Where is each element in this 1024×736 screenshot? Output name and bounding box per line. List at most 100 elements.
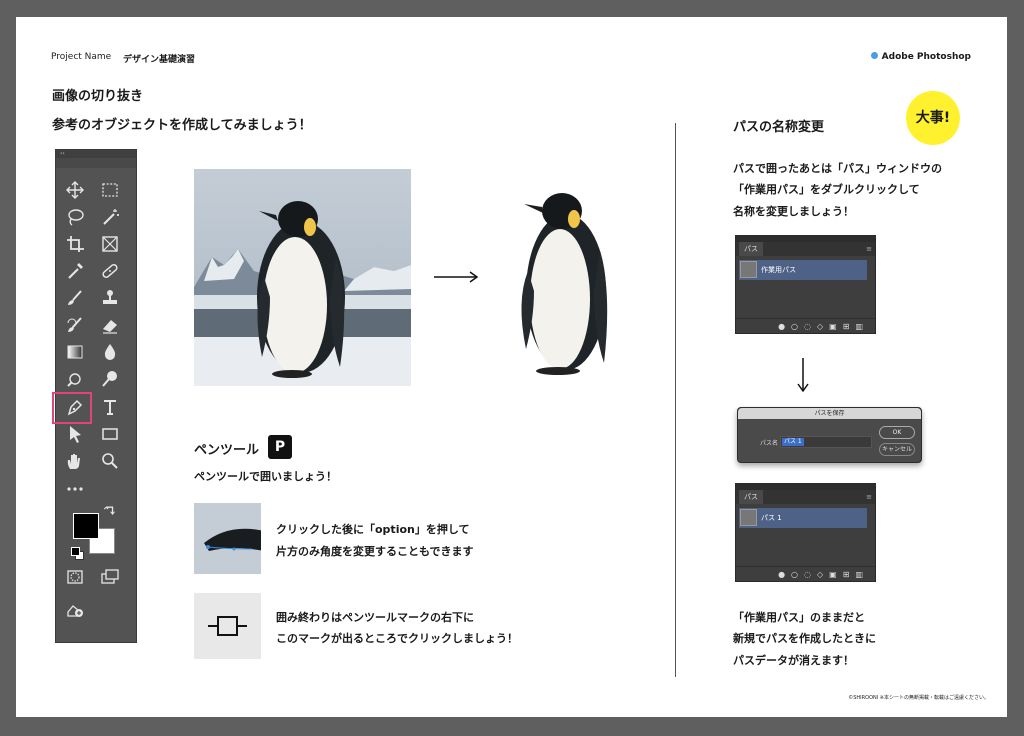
tip-option-line2: 片方のみ角度を変更することもできます xyxy=(276,545,474,558)
pen-tool-title: ペンツール xyxy=(194,443,260,458)
section-subtitle: 参考のオブジェクトを作成してみましょう！ xyxy=(52,118,312,133)
path-row-path1[interactable]: パス 1 xyxy=(739,508,867,528)
panel-footer-icons: ● ○ ◌ ◇ ▣ ⊞ ▥ xyxy=(736,318,875,333)
photoshop-toolbar: ‹‹ xyxy=(52,149,137,643)
move-tool-icon[interactable] xyxy=(64,179,86,201)
rename-section-title: パスの名称変更 xyxy=(733,120,825,135)
dialog-title: パスを保存 xyxy=(738,408,921,419)
cancel-button[interactable]: キャンセル xyxy=(879,443,915,456)
paths-panel-after: パス ≡ パス 1 ● ○ ◌ ◇ ▣ ⊞ ▥ xyxy=(735,483,876,582)
gradient-tool-icon[interactable] xyxy=(64,341,86,363)
type-tool-icon[interactable] xyxy=(99,396,121,418)
path-row-work-path[interactable]: 作業用パス xyxy=(739,260,867,280)
paths-tab[interactable]: パス xyxy=(739,490,763,504)
path-thumbnail xyxy=(740,509,757,526)
foreground-color-swatch[interactable] xyxy=(73,513,99,539)
panel-body xyxy=(736,280,875,318)
crop-tool-icon[interactable] xyxy=(64,233,86,255)
stroke-path-icon[interactable]: ○ xyxy=(791,322,798,331)
paths-panel-before: パス ≡ 作業用パス ● ○ ◌ ◇ ▣ ⊞ ▥ xyxy=(735,235,876,334)
shortcut-key-badge: P xyxy=(268,435,292,459)
ok-button[interactable]: OK xyxy=(879,426,915,439)
quick-mask-icon[interactable] xyxy=(64,566,86,588)
eyedropper-tool-icon[interactable] xyxy=(64,260,86,282)
fill-path-icon[interactable]: ● xyxy=(778,570,785,579)
marquee-tool-icon[interactable] xyxy=(99,179,121,201)
important-badge: 大事! xyxy=(906,91,960,145)
add-mask-icon[interactable]: ▣ xyxy=(829,570,837,579)
penguin-original-photo xyxy=(194,169,411,386)
make-path-icon[interactable]: ◇ xyxy=(817,322,823,331)
pen-tool-icon[interactable] xyxy=(64,396,86,418)
stamp-tool-icon[interactable] xyxy=(99,287,121,309)
more-tools-icon[interactable] xyxy=(64,478,86,500)
magic-wand-tool-icon[interactable] xyxy=(99,206,121,228)
warning-line1: 「作業用パス」のままだと xyxy=(733,611,865,624)
burn-tool-icon[interactable] xyxy=(99,368,121,390)
make-path-icon[interactable]: ◇ xyxy=(817,570,823,579)
column-divider xyxy=(675,123,676,677)
delete-path-icon[interactable]: ▥ xyxy=(855,570,863,579)
bezier-handle-thumbnail xyxy=(194,503,261,574)
warning-line2: 新規でパスを作成したときに xyxy=(733,632,876,645)
penguin-cutout-image xyxy=(516,187,616,386)
worksheet-page: Project Name デザイン基礎演習 Adobe Photoshop 画像… xyxy=(16,17,1007,717)
panel-menu-icon[interactable]: ≡ xyxy=(866,246,872,253)
rename-intro-line2: 「作業用パス」をダブルクリックして xyxy=(733,183,920,196)
load-selection-icon[interactable]: ◌ xyxy=(804,322,811,331)
toolbar-grip xyxy=(56,158,136,168)
paths-tab[interactable]: パス xyxy=(739,242,763,256)
close-path-cursor-thumbnail xyxy=(194,593,261,659)
copyright-notice: ©SHIROONI ※本シートの無断掲載・転載はご遠慮ください。 xyxy=(848,695,989,701)
down-arrow-icon xyxy=(796,358,810,398)
save-path-dialog: パスを保存 パス名 : パス 1 OK キャンセル xyxy=(737,407,922,463)
rename-intro-line1: パスで囲ったあとは「パス」ウィンドウの xyxy=(733,162,942,175)
default-colors-fg-icon[interactable] xyxy=(71,547,80,556)
new-path-icon[interactable]: ⊞ xyxy=(843,570,850,579)
tip-close-line2: このマークが出るところでクリックしましょう！ xyxy=(276,632,518,645)
app-name: Adobe Photoshop xyxy=(881,52,971,62)
fill-path-icon[interactable]: ● xyxy=(778,322,785,331)
hand-tool-icon[interactable] xyxy=(64,450,86,472)
history-brush-tool-icon[interactable] xyxy=(64,314,86,336)
rename-intro-line3: 名称を変更しましょう！ xyxy=(733,205,854,218)
edit-toolbar-icon[interactable] xyxy=(64,598,86,620)
path-row-label: パス 1 xyxy=(761,514,782,522)
new-path-icon[interactable]: ⊞ xyxy=(843,322,850,331)
delete-path-icon[interactable]: ▥ xyxy=(855,322,863,331)
toolbar-collapse[interactable]: ‹‹ xyxy=(56,150,136,158)
pen-tool-subtitle: ペンツールで囲いましょう！ xyxy=(194,470,337,483)
project-name: デザイン基礎演習 xyxy=(123,55,196,65)
panel-footer-icons: ● ○ ◌ ◇ ▣ ⊞ ▥ xyxy=(736,566,875,581)
project-label: Project Name xyxy=(51,52,112,62)
panel-body xyxy=(736,528,875,566)
panel-tabbar: パス ≡ xyxy=(736,242,875,256)
path-row-label: 作業用パス xyxy=(761,266,796,274)
healing-tool-icon[interactable] xyxy=(99,260,121,282)
warning-line3: パスデータが消えます！ xyxy=(733,654,854,667)
path-name-label: パス名 : xyxy=(760,440,782,447)
panel-tabbar: パス ≡ xyxy=(736,490,875,504)
eraser-tool-icon[interactable] xyxy=(99,314,121,336)
lasso-tool-icon[interactable] xyxy=(64,206,86,228)
app-label: Adobe Photoshop xyxy=(870,52,971,62)
rectangle-tool-icon[interactable] xyxy=(99,423,121,445)
zoom-tool-icon[interactable] xyxy=(99,450,121,472)
path-select-tool-icon[interactable] xyxy=(64,423,86,445)
path-thumbnail xyxy=(740,261,757,278)
dodge-tool-icon[interactable] xyxy=(64,368,86,390)
swap-colors-icon[interactable] xyxy=(103,504,117,518)
app-dot-icon xyxy=(870,52,878,59)
stroke-path-icon[interactable]: ○ xyxy=(791,570,798,579)
path-name-field[interactable]: パス 1 xyxy=(780,436,872,448)
brush-tool-icon[interactable] xyxy=(64,287,86,309)
tip-close-line1: 囲み終わりはペンツールマークの右下に xyxy=(276,611,474,624)
panel-menu-icon[interactable]: ≡ xyxy=(866,494,872,501)
section-title: 画像の切り抜き xyxy=(52,89,144,104)
screen-mode-icon[interactable] xyxy=(99,566,121,588)
frame-tool-icon[interactable] xyxy=(99,233,121,255)
add-mask-icon[interactable]: ▣ xyxy=(829,322,837,331)
blur-tool-icon[interactable] xyxy=(99,341,121,363)
right-arrow-icon xyxy=(434,269,480,288)
load-selection-icon[interactable]: ◌ xyxy=(804,570,811,579)
